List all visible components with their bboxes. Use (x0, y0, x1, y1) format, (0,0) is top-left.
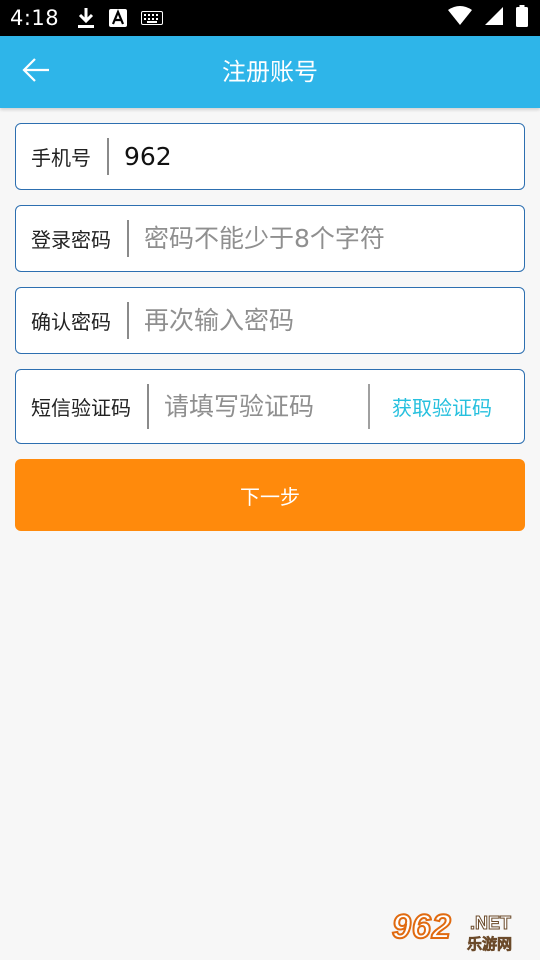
watermark-logo: 962 .NET 乐游网 (391, 907, 532, 954)
watermark-cn: 乐游网 (467, 935, 513, 954)
field-divider (127, 302, 129, 339)
page-title: 注册账号 (222, 58, 318, 86)
signal-icon (484, 6, 504, 30)
sms-code-input[interactable] (164, 386, 364, 427)
phone-field: 手机号 (15, 123, 525, 190)
field-divider (127, 220, 129, 257)
password-input[interactable] (144, 218, 524, 259)
field-divider (107, 138, 109, 175)
back-button[interactable] (14, 50, 58, 94)
battery-icon (516, 5, 528, 31)
field-divider (147, 384, 149, 429)
watermark-net: .NET (469, 913, 512, 934)
confirm-password-label: 确认密码 (31, 310, 111, 334)
watermark-number: 962 (391, 907, 452, 947)
status-bar: 4:18 (0, 0, 540, 36)
download-icon (77, 7, 95, 29)
status-time: 4:18 (10, 6, 60, 30)
sms-code-field: 短信验证码 获取验证码 (15, 369, 525, 444)
arrow-left-icon (21, 57, 51, 87)
wifi-icon (448, 6, 472, 30)
sms-code-label: 短信验证码 (31, 396, 131, 420)
field-divider (368, 384, 370, 429)
a-font-icon (109, 9, 128, 27)
next-button[interactable]: 下一步 (15, 459, 525, 531)
phone-input[interactable] (124, 136, 524, 177)
confirm-password-input[interactable] (144, 300, 524, 341)
phone-label: 手机号 (31, 146, 91, 170)
keyboard-icon (141, 11, 164, 25)
app-bar: 注册账号 (0, 36, 540, 108)
get-code-button[interactable]: 获取验证码 (392, 392, 492, 421)
password-label: 登录密码 (31, 228, 111, 252)
password-field: 登录密码 (15, 205, 525, 272)
confirm-password-field: 确认密码 (15, 287, 525, 354)
